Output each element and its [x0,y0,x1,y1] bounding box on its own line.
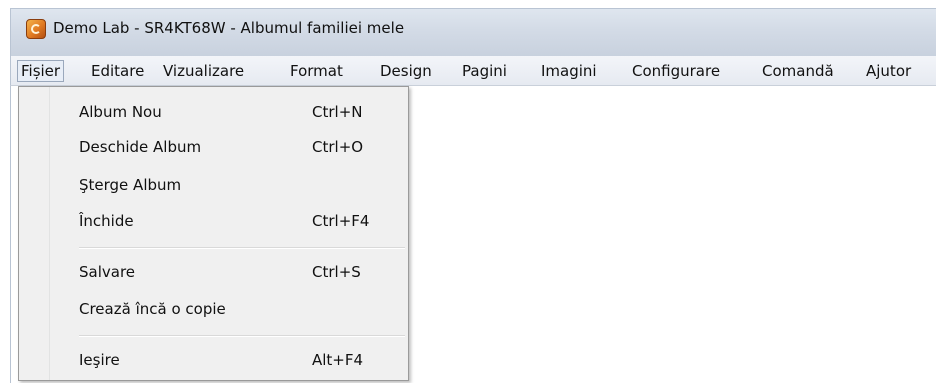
menu-item-open-album[interactable]: Deschide Album Ctrl+O [20,130,407,164]
menu-edit[interactable]: Editare [88,60,147,82]
menu-images[interactable]: Imagini [538,60,600,82]
application-window: Demo Lab - SR4KT68W - Albumul familiei m… [0,0,936,383]
menu-pages[interactable]: Pagini [459,60,510,82]
menu-item-label: Ieşire [79,351,120,369]
menu-item-new-album[interactable]: Album Nou Ctrl+N [20,95,407,129]
app-logo-icon[interactable] [26,19,46,39]
menu-order[interactable]: Comandă [759,60,837,82]
menu-item-shortcut: Ctrl+F4 [312,212,370,230]
menu-item-delete-album[interactable]: Şterge Album [20,168,407,202]
menu-item-label: Salvare [79,263,136,281]
menu-item-shortcut: Alt+F4 [312,351,364,369]
menu-separator [79,247,405,249]
menu-item-label: Închide [79,212,134,230]
menu-item-exit[interactable]: Ieşire Alt+F4 [20,343,407,377]
menu-design[interactable]: Design [377,60,435,82]
menu-item-save-copy[interactable]: Crează încă o copie [20,292,407,326]
menu-bar: Fișier Editare Vizualizare Format Design… [10,56,936,86]
menu-item-save[interactable]: Salvare Ctrl+S [20,255,407,289]
menu-item-label: Crează încă o copie [79,300,226,318]
menu-item-label: Deschide Album [79,138,202,156]
menu-item-shortcut: Ctrl+S [312,263,361,281]
menu-item-shortcut: Ctrl+O [312,138,364,156]
menu-separator [79,335,405,337]
menu-item-close[interactable]: Închide Ctrl+F4 [20,204,407,238]
menu-item-label: Şterge Album [79,176,182,194]
menu-file[interactable]: Fișier [17,60,65,82]
menu-item-shortcut: Ctrl+N [312,103,363,121]
menu-settings[interactable]: Configurare [629,60,723,82]
menu-help[interactable]: Ajutor [863,60,914,82]
menu-view[interactable]: Vizualizare [160,60,247,82]
menu-format[interactable]: Format [287,60,346,82]
menu-item-label: Album Nou [79,103,162,121]
window-title: Demo Lab - SR4KT68W - Albumul familiei m… [53,19,405,37]
title-bar[interactable]: Demo Lab - SR4KT68W - Albumul familiei m… [10,8,936,56]
file-menu-dropdown: Album Nou Ctrl+N Deschide Album Ctrl+O Ş… [18,86,409,381]
